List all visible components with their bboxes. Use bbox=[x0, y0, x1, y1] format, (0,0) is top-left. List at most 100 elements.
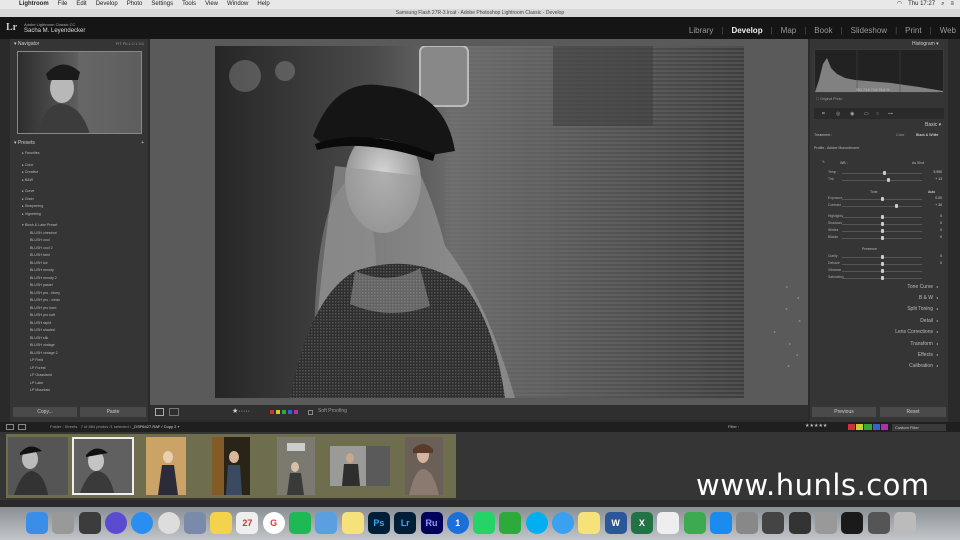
dock-calendar-icon[interactable]: 27 bbox=[236, 512, 259, 534]
module-map[interactable]: Map bbox=[781, 26, 797, 35]
dock-preview-icon[interactable] bbox=[183, 512, 206, 534]
dock-textedit-icon[interactable] bbox=[657, 512, 680, 534]
preset-group[interactable]: ▸ B&W bbox=[16, 177, 144, 185]
slider-value[interactable]: 5,950 bbox=[934, 170, 943, 174]
preset-item[interactable]: BLUSH vintage bbox=[16, 342, 144, 350]
slider-knob[interactable] bbox=[887, 178, 891, 182]
histogram[interactable] bbox=[814, 49, 944, 93]
dock-quicktime-icon[interactable] bbox=[841, 512, 864, 534]
menu-develop[interactable]: Develop bbox=[96, 0, 118, 9]
slider-value[interactable]: + 36 bbox=[935, 203, 942, 207]
preset-item[interactable]: BLUSH silk bbox=[16, 335, 144, 343]
module-slideshow[interactable]: Slideshow bbox=[851, 26, 887, 35]
preset-item[interactable]: LP Field bbox=[16, 357, 144, 365]
slider-knob[interactable] bbox=[881, 197, 884, 201]
wifi-icon[interactable]: ◠ bbox=[897, 0, 902, 9]
slider-knob[interactable] bbox=[881, 229, 884, 233]
filmstrip-thumb[interactable] bbox=[277, 437, 315, 495]
slider-track[interactable] bbox=[842, 206, 922, 207]
add-preset-icon[interactable]: + bbox=[141, 139, 144, 148]
module-book[interactable]: Book bbox=[814, 26, 832, 35]
slider-value[interactable]: 0 bbox=[940, 261, 942, 265]
menu-file[interactable]: File bbox=[58, 0, 68, 9]
paste-button[interactable]: Paste bbox=[80, 407, 146, 417]
preset-group[interactable]: ▸ Creative bbox=[16, 169, 144, 177]
dock-skype-icon[interactable] bbox=[525, 512, 548, 534]
filmstrip-path[interactable]: Folder : Streets 7 of 884 photos /1 sele… bbox=[50, 422, 179, 432]
section-tone-curve[interactable]: ◂ Tone Curve ◂ bbox=[785, 284, 938, 290]
preset-item[interactable]: BLUSH chestnut bbox=[16, 230, 144, 238]
dock-launchpad-icon[interactable] bbox=[52, 512, 75, 534]
slider-value[interactable]: 0 bbox=[940, 254, 942, 258]
wb-value[interactable]: As Shot bbox=[912, 161, 924, 165]
slider-track[interactable] bbox=[842, 180, 922, 181]
module-print[interactable]: Print bbox=[905, 26, 921, 35]
navigator-preview[interactable] bbox=[17, 51, 142, 134]
dock-scanner-icon[interactable] bbox=[762, 512, 785, 534]
slider-value[interactable]: + 13 bbox=[935, 177, 942, 181]
slider-value[interactable]: 0.00 bbox=[935, 196, 942, 200]
dock-messages-icon[interactable] bbox=[552, 512, 574, 534]
section-lens-corrections[interactable]: ◂ Lens Corrections ◂ bbox=[773, 329, 938, 335]
slider-exposure[interactable]: Exposure 0.00 bbox=[820, 196, 944, 202]
color-label-green[interactable] bbox=[282, 410, 286, 414]
auto-button[interactable]: Auto bbox=[928, 190, 935, 194]
presets-header[interactable]: ▾ Presets + bbox=[10, 139, 148, 148]
filmstrip-thumb[interactable] bbox=[405, 437, 443, 495]
module-web[interactable]: Web bbox=[940, 26, 956, 35]
slider-knob[interactable] bbox=[881, 222, 884, 226]
custom-filter-dropdown[interactable]: Custom Filter bbox=[892, 424, 946, 431]
slider-value[interactable]: 0 bbox=[940, 228, 942, 232]
dock-siri-icon[interactable] bbox=[104, 512, 127, 534]
menu-tools[interactable]: Tools bbox=[182, 0, 196, 9]
dock-finder-icon[interactable] bbox=[26, 512, 48, 534]
dock-facetime-icon[interactable] bbox=[499, 512, 522, 534]
preset-item[interactable]: LP Grassland bbox=[16, 372, 144, 380]
preset-item[interactable]: BLUSH moody bbox=[16, 267, 144, 275]
module-develop[interactable]: Develop bbox=[731, 26, 762, 35]
slider-whites[interactable]: Whites 0 bbox=[820, 228, 944, 234]
menu-app-name[interactable]: Lightroom bbox=[19, 0, 49, 9]
clock[interactable]: Thu 17:27 bbox=[908, 0, 935, 9]
preset-group-open[interactable]: ▾ Blush & Lake Preset bbox=[16, 222, 144, 230]
second-window-icon[interactable] bbox=[18, 424, 26, 430]
slider-saturation[interactable]: Saturation bbox=[820, 275, 944, 281]
treatment-bw[interactable]: Black & White bbox=[916, 133, 938, 137]
slider-knob[interactable] bbox=[881, 236, 884, 240]
original-photo-checkbox[interactable]: ☐ Original Photo bbox=[816, 97, 842, 101]
filter-stars[interactable]: ★★★★★ bbox=[805, 423, 827, 429]
filmstrip-thumb[interactable] bbox=[146, 437, 186, 495]
brush-icon[interactable]: ⊶ bbox=[888, 111, 893, 117]
main-window-icon[interactable] bbox=[6, 424, 14, 430]
preset-item[interactable]: LP Mountain bbox=[16, 387, 144, 395]
dock-numbers-icon[interactable] bbox=[683, 512, 706, 534]
graduated-filter-icon[interactable]: ▭ bbox=[864, 111, 869, 117]
slider-contrast[interactable]: Contrast + 36 bbox=[820, 203, 944, 209]
preset-item[interactable]: BLUSH pro - bluey bbox=[16, 290, 144, 298]
previous-button[interactable]: Previous bbox=[812, 407, 876, 417]
menu-edit[interactable]: Edit bbox=[76, 0, 86, 9]
section-detail[interactable]: ◂ Detail ◂ bbox=[798, 318, 938, 324]
preset-item[interactable]: BLUSH pro soft bbox=[16, 312, 144, 320]
dock-spotify-icon[interactable] bbox=[289, 512, 311, 534]
filmstrip-thumb[interactable] bbox=[330, 446, 390, 486]
preset-group[interactable]: ▸ Favorites bbox=[16, 150, 144, 158]
preset-group[interactable]: ▸ Color bbox=[16, 162, 144, 170]
zoom-options[interactable]: FIT FILL 1:1 3:1 bbox=[116, 39, 144, 49]
preset-item[interactable]: BLUSH pro hard bbox=[16, 305, 144, 313]
slider-value[interactable]: 0 bbox=[940, 235, 942, 239]
reset-button[interactable]: Reset bbox=[880, 407, 946, 417]
filmstrip-thumb[interactable] bbox=[212, 437, 250, 495]
preset-item[interactable]: BLUSH pastel bbox=[16, 282, 144, 290]
profile-row[interactable]: Profile : Adobe Monochrome bbox=[814, 146, 859, 150]
dock-photo-icon[interactable] bbox=[788, 512, 811, 534]
copy-button[interactable]: Copy... bbox=[13, 407, 77, 417]
preset-group[interactable]: ▸ Curve bbox=[16, 188, 144, 196]
module-library[interactable]: Library bbox=[689, 26, 713, 35]
histogram-header[interactable]: Histogram ▾ bbox=[912, 41, 939, 47]
dock-app-store-icon[interactable] bbox=[709, 512, 732, 534]
dock-lightroom-icon[interactable]: Lr bbox=[394, 512, 417, 534]
menu-photo[interactable]: Photo bbox=[127, 0, 143, 9]
rating-stars[interactable]: ★····· bbox=[232, 407, 250, 415]
dock-evernote-icon[interactable] bbox=[78, 512, 101, 534]
